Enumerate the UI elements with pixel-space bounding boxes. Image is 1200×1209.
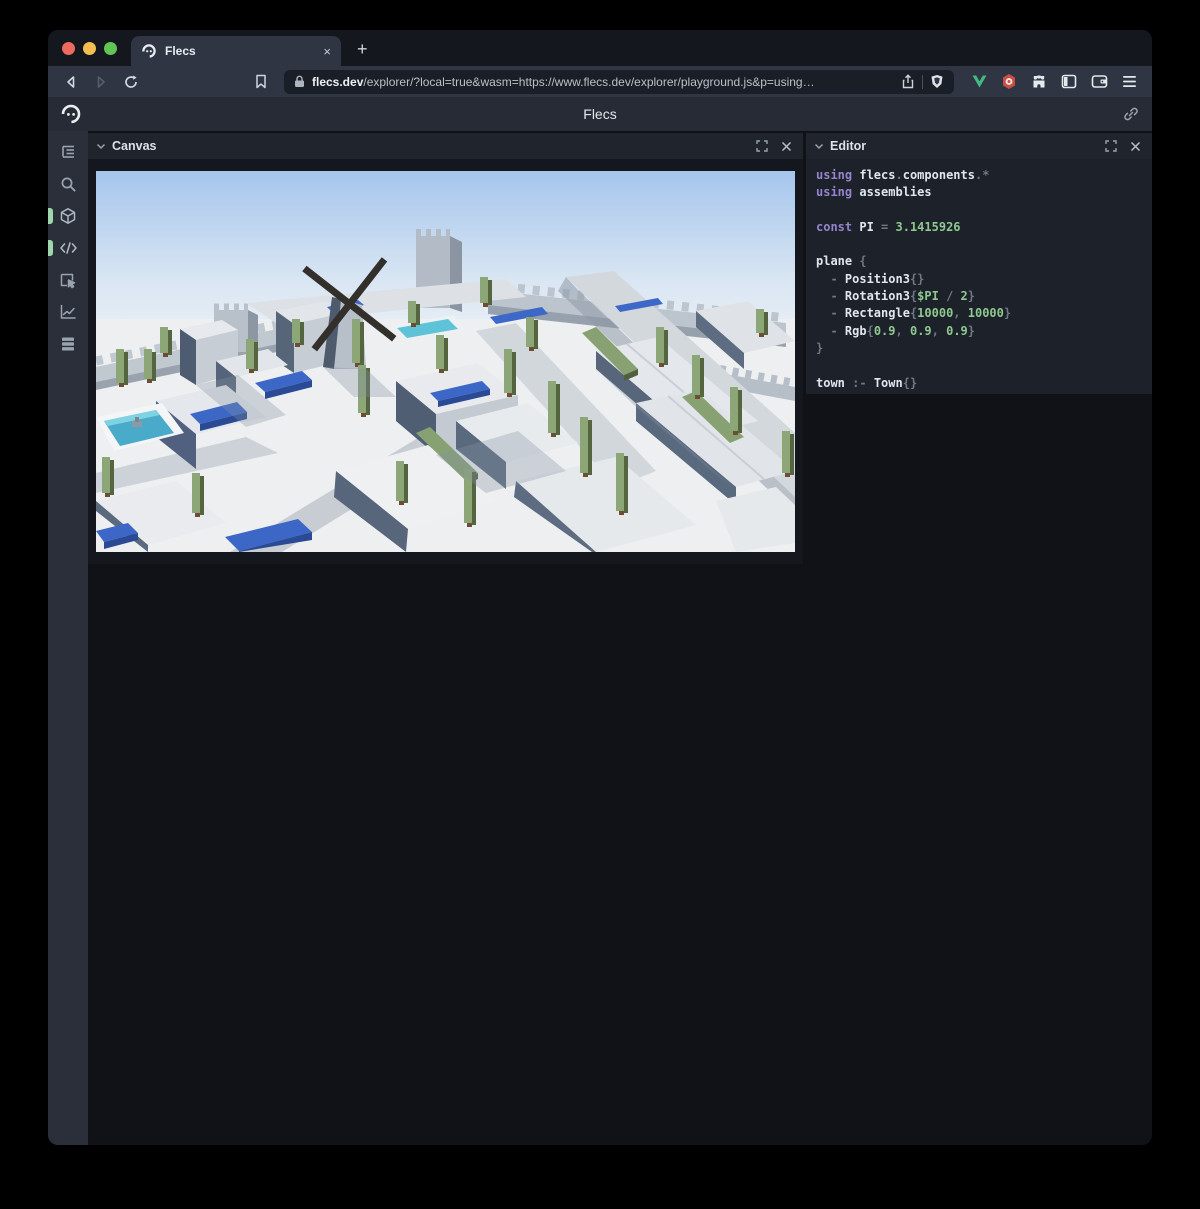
sidebar-item-tables-rows[interactable]	[53, 331, 83, 357]
sidebar-item-editor-code[interactable]	[53, 235, 83, 261]
canvas-panel-header[interactable]: Canvas	[88, 133, 803, 159]
adblock-icon[interactable]	[996, 70, 1022, 94]
url-path: /explorer/?local=true&wasm=https://www.f…	[363, 75, 814, 89]
forward-icon[interactable]	[88, 70, 114, 94]
back-icon[interactable]	[58, 70, 84, 94]
share-icon[interactable]	[901, 74, 915, 89]
close-window-button[interactable]	[62, 42, 75, 55]
editor-code[interactable]: using flecs.components.*using assemblies…	[816, 167, 1142, 392]
url-bar[interactable]: flecs.dev/explorer/?local=true&wasm=http…	[284, 70, 954, 94]
flecs-logo[interactable]	[60, 103, 82, 125]
app-sidebar	[48, 131, 88, 1145]
sidebar-item-search[interactable]	[53, 171, 83, 197]
tab-title: Flecs	[165, 44, 315, 58]
sidebar-item-inspector-pointer[interactable]	[53, 267, 83, 293]
wallet-icon[interactable]	[1086, 70, 1112, 94]
3d-town-viewport[interactable]	[96, 171, 795, 552]
sidebar-item-canvas-cube[interactable]	[53, 203, 83, 229]
close-icon[interactable]	[1126, 137, 1144, 155]
app-header: Flecs	[48, 97, 1152, 131]
sidebar-item-stats-chart[interactable]	[53, 299, 83, 325]
canvas-panel: Canvas	[88, 133, 803, 563]
fullscreen-icon[interactable]	[753, 137, 771, 155]
browser-window: Flecs × + flecs.dev/explorer/?local=true…	[48, 30, 1152, 1145]
fullscreen-icon[interactable]	[1102, 137, 1120, 155]
urlbar-divider	[922, 75, 923, 89]
vue-devtools-icon[interactable]	[966, 70, 992, 94]
menu-icon[interactable]	[1116, 70, 1142, 94]
editor-panel: Editor using flecs.components.*using ass…	[806, 133, 1152, 394]
canvas-panel-title: Canvas	[112, 139, 747, 153]
active-indicator	[48, 208, 53, 224]
extensions-puzzle-icon[interactable]	[1026, 70, 1052, 94]
brave-shield-icon[interactable]	[930, 74, 944, 89]
editor-panel-header[interactable]: Editor	[806, 133, 1152, 159]
window-controls	[48, 30, 131, 66]
tab-close-icon[interactable]: ×	[323, 44, 331, 59]
lock-icon	[294, 75, 305, 88]
editor-panel-body[interactable]: using flecs.components.*using assemblies…	[806, 159, 1152, 394]
flecs-favicon	[141, 43, 157, 59]
minimize-window-button[interactable]	[83, 42, 96, 55]
app-body: Canvas	[48, 131, 1152, 1145]
url-text: flecs.dev/explorer/?local=true&wasm=http…	[312, 75, 894, 89]
panel-area: Canvas	[88, 131, 1152, 1145]
bookmark-icon[interactable]	[248, 70, 274, 94]
browser-toolbar: flecs.dev/explorer/?local=true&wasm=http…	[48, 66, 1152, 97]
share-link-icon[interactable]	[1122, 105, 1140, 123]
chevron-down-icon[interactable]	[96, 143, 106, 150]
zoom-window-button[interactable]	[104, 42, 117, 55]
editor-panel-title: Editor	[830, 139, 1096, 153]
sidebar-item-outliner[interactable]	[53, 139, 83, 165]
chevron-down-icon[interactable]	[814, 143, 824, 150]
url-domain: flecs.dev	[312, 75, 363, 89]
tab-strip: Flecs × +	[48, 30, 1152, 66]
canvas-panel-body	[88, 159, 803, 564]
sidebar-toggle-icon[interactable]	[1056, 70, 1082, 94]
page-title: Flecs	[48, 106, 1152, 122]
active-indicator	[48, 240, 53, 256]
tab-flecs[interactable]: Flecs ×	[131, 36, 341, 66]
close-icon[interactable]	[777, 137, 795, 155]
new-tab-button[interactable]: +	[357, 36, 368, 62]
reload-icon[interactable]	[118, 70, 144, 94]
